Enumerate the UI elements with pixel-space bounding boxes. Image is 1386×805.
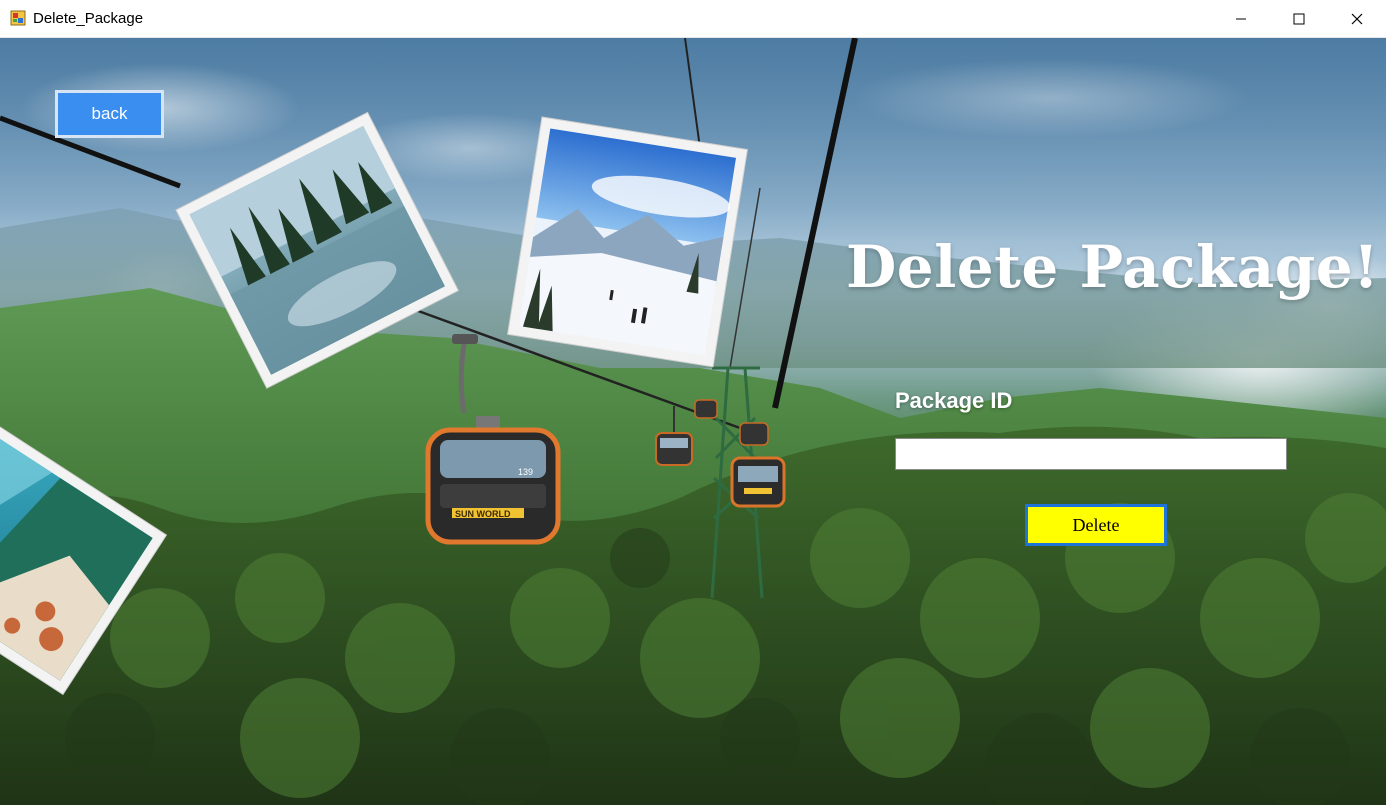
title-bar: Delete_Package	[0, 0, 1386, 38]
maximize-icon	[1293, 13, 1305, 25]
app-icon	[10, 10, 26, 26]
maximize-button[interactable]	[1270, 0, 1328, 38]
landscape-illustration: 139 SUN WORLD	[0, 38, 1386, 805]
package-id-label: Package ID	[895, 388, 1013, 413]
back-button[interactable]: back	[55, 90, 164, 138]
close-button[interactable]	[1328, 0, 1386, 38]
close-icon	[1351, 13, 1363, 25]
minimize-button[interactable]	[1212, 0, 1270, 38]
background-scene: 139 SUN WORLD back Delete Package! Packa…	[0, 38, 1386, 805]
cable-car-brand: SUN WORLD	[455, 509, 511, 519]
page-heading: Delete Package!	[846, 233, 1380, 301]
window-title: Delete_Package	[33, 10, 144, 27]
photo-snowy-mountains	[507, 116, 749, 368]
delete-button[interactable]: Delete	[1025, 504, 1167, 546]
minimize-icon	[1236, 18, 1246, 20]
cable-car-small-3	[739, 422, 769, 446]
package-id-input[interactable]	[895, 438, 1287, 470]
cable-car-small-2	[694, 399, 718, 419]
cable-car-number: 139	[518, 467, 533, 477]
cable-car-small-4	[730, 456, 786, 508]
